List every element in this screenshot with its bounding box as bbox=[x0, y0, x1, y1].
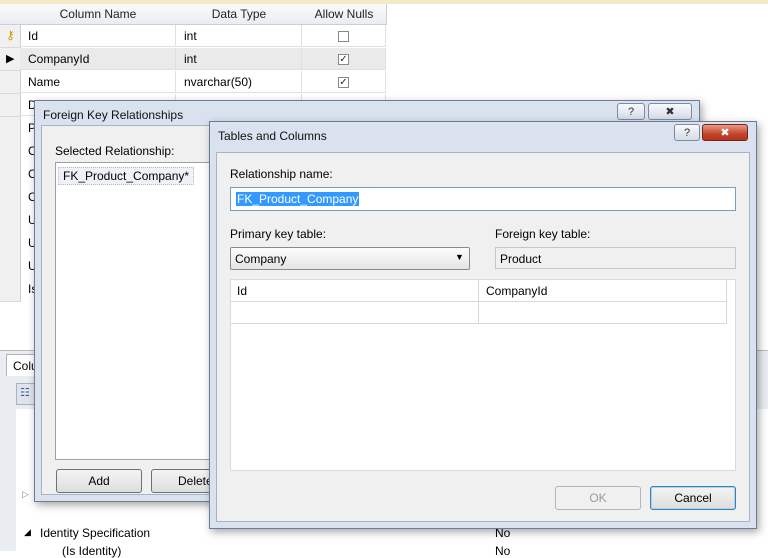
column-name-cell[interactable]: Id bbox=[20, 25, 176, 47]
primary-key-column-cell[interactable]: Id bbox=[231, 280, 479, 302]
dialog-title: Tables and Columns bbox=[218, 129, 327, 143]
ok-button[interactable]: OK bbox=[555, 486, 641, 510]
help-icon: ? bbox=[683, 127, 691, 139]
dialog-title: Foreign Key Relationships bbox=[43, 108, 184, 122]
column-name-cell[interactable]: Name bbox=[20, 71, 176, 93]
primary-key-table-value: Company bbox=[235, 252, 287, 266]
tab-column-properties[interactable]: Colu bbox=[6, 354, 38, 376]
allow-nulls-checkbox[interactable]: ✓ bbox=[338, 77, 349, 88]
list-item[interactable]: FK_Product_Company* bbox=[58, 167, 195, 185]
help-icon: ? bbox=[627, 106, 635, 118]
help-button[interactable]: ? bbox=[674, 124, 700, 141]
categorized-icon: ☷ bbox=[20, 387, 30, 399]
primary-key-table-label: Primary key table: bbox=[230, 227, 327, 241]
foreign-key-column-cell[interactable]: CompanyId bbox=[479, 280, 727, 302]
categorized-view-button[interactable]: ☷ bbox=[16, 383, 36, 405]
close-icon: ✖ bbox=[720, 127, 730, 139]
data-type-cell[interactable]: int bbox=[176, 48, 302, 70]
help-button[interactable]: ? bbox=[617, 103, 645, 120]
data-type-cell[interactable]: nvarchar(50) bbox=[176, 71, 302, 93]
allow-nulls-checkbox[interactable]: ✓ bbox=[338, 54, 349, 65]
chevron-down-icon: ▼ bbox=[455, 252, 464, 262]
tables-and-columns-dialog: Tables and Columns ? ✖ Relationship name… bbox=[209, 121, 757, 529]
cancel-button[interactable]: Cancel bbox=[650, 486, 736, 510]
collapse-arrow-icon[interactable]: ◢ bbox=[24, 527, 31, 538]
allow-nulls-checkbox[interactable] bbox=[338, 31, 349, 42]
identity-specification-label[interactable]: Identity Specification bbox=[40, 526, 150, 540]
row-selector[interactable] bbox=[0, 71, 21, 94]
foreign-key-table-field: Product bbox=[495, 247, 736, 269]
close-button[interactable]: ✖ bbox=[702, 124, 748, 141]
primary-key-column-cell[interactable] bbox=[231, 302, 479, 324]
row-selector-column bbox=[0, 117, 21, 302]
selected-relationship-label: Selected Relationship: bbox=[55, 144, 175, 158]
foreign-key-table-value: Product bbox=[500, 252, 542, 266]
row-selector[interactable]: ⚷ bbox=[0, 25, 21, 48]
data-type-header[interactable]: Data Type bbox=[176, 4, 303, 25]
row-selector[interactable]: ▶ bbox=[0, 48, 21, 71]
column-name-header[interactable]: Column Name bbox=[20, 4, 177, 25]
close-button[interactable]: ✖ bbox=[648, 103, 692, 120]
dialog-body: Relationship name: FK_Product_Company Pr… bbox=[216, 152, 750, 522]
allow-nulls-header[interactable]: Allow Nulls bbox=[302, 4, 387, 25]
close-icon: ✖ bbox=[665, 106, 675, 118]
foreign-key-table-label: Foreign key table: bbox=[495, 227, 591, 241]
relationship-name-value: FK_Product_Company bbox=[236, 192, 360, 206]
data-type-cell[interactable]: int bbox=[176, 25, 302, 47]
column-name-cell[interactable]: CompanyId bbox=[20, 48, 176, 70]
allow-nulls-cell[interactable] bbox=[302, 25, 386, 47]
row-selector-header bbox=[0, 4, 21, 25]
current-row-arrow-icon: ▶ bbox=[6, 53, 15, 65]
primary-key-table-dropdown[interactable]: Company ▼ bbox=[230, 247, 470, 270]
foreign-key-column-cell[interactable] bbox=[479, 302, 727, 324]
allow-nulls-cell[interactable]: ✓ bbox=[302, 48, 386, 70]
is-identity-label[interactable]: (Is Identity) bbox=[62, 544, 121, 558]
allow-nulls-cell[interactable]: ✓ bbox=[302, 71, 386, 93]
expand-arrow-icon[interactable]: ▷ bbox=[22, 489, 29, 500]
is-identity-value[interactable]: No bbox=[495, 544, 510, 558]
relationship-name-label: Relationship name: bbox=[230, 167, 333, 181]
primary-key-icon: ⚷ bbox=[6, 28, 15, 42]
column-mapping-grid: Id CompanyId bbox=[230, 279, 736, 471]
add-button[interactable]: Add bbox=[56, 469, 142, 493]
row-selector[interactable] bbox=[0, 94, 21, 117]
relationship-list[interactable]: FK_Product_Company* bbox=[55, 162, 217, 460]
relationship-name-input[interactable]: FK_Product_Company bbox=[230, 187, 736, 211]
